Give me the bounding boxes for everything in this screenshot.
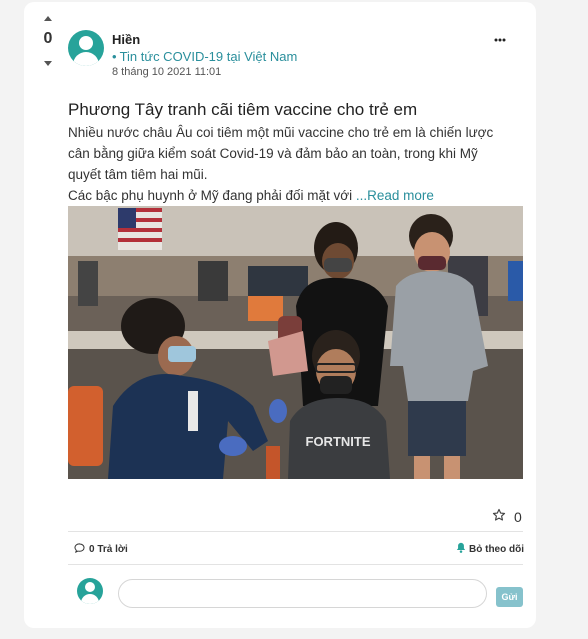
reply-count-label: 0 Trả lời [89,544,128,555]
divider [68,531,523,532]
current-user-avatar [77,578,103,604]
reply-count-button[interactable]: 0 Trả lời [74,543,128,556]
avatar-body [73,52,99,66]
avatar-body [81,594,99,604]
post-card: 0 Hiền • Tin tức COVID-19 tại Việt Nam 8 … [24,2,536,628]
author-name[interactable]: Hiền [112,32,140,47]
category-label[interactable]: Tin tức COVID-19 tại Việt Nam [120,49,298,64]
read-more-link[interactable]: ...Read more [356,188,434,203]
category-bullet: • [112,49,117,64]
downvote-icon[interactable] [44,61,52,66]
post-excerpt: Nhiều nước châu Âu coi tiêm một mũi vacc… [68,122,530,206]
speech-bubble-icon [74,543,85,556]
post-title[interactable]: Phương Tây tranh cãi tiêm vaccine cho tr… [68,100,417,120]
excerpt-main: Nhiều nước châu Âu coi tiêm một mũi vacc… [68,125,494,182]
avatar-head [79,36,93,50]
vote-widget: 0 [40,16,56,66]
excerpt-tail-text: Các bậc phụ huynh ở Mỹ đang phải đối mặt… [68,188,356,203]
unfollow-label: Bỏ theo dõi [469,543,524,555]
bell-icon [456,542,466,556]
unfollow-button[interactable]: Bỏ theo dõi [456,542,524,556]
send-button[interactable]: Gửi [496,587,523,607]
shirt-text: FORTNITE [306,434,371,449]
like-count: 0 [514,508,522,525]
us-flag [118,208,162,250]
like-control[interactable]: 0 [492,508,522,525]
upvote-icon[interactable] [44,16,52,21]
post-image[interactable]: FORTNITE [68,206,523,479]
excerpt-tail: Các bậc phụ huynh ở Mỹ đang phải đối mặt… [68,185,530,206]
star-outline-icon[interactable] [492,508,506,525]
category-link[interactable]: • Tin tức COVID-19 tại Việt Nam [112,49,297,64]
author-avatar[interactable] [68,30,104,66]
divider [68,564,523,565]
avatar-head [85,582,95,592]
vote-count: 0 [43,30,53,47]
more-options-icon[interactable] [494,31,506,45]
post-date: 8 tháng 10 2021 11:01 [112,66,222,78]
comment-input[interactable] [118,579,487,608]
